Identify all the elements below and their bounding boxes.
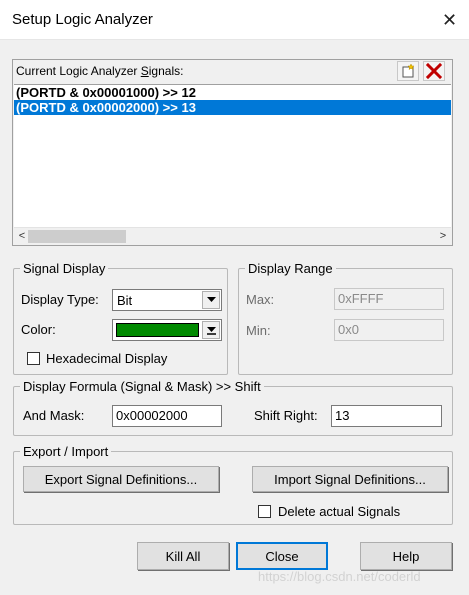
delete-signal-icon	[426, 63, 442, 79]
color-label: Color:	[21, 322, 56, 337]
close-icon: ✕	[441, 9, 458, 30]
display-range-title: Display Range	[245, 261, 336, 276]
max-field[interactable]: 0xFFFF	[334, 288, 444, 310]
delete-actual-signals-checkbox[interactable]	[258, 505, 271, 518]
horizontal-scrollbar[interactable]: < >	[14, 227, 451, 244]
scroll-thumb[interactable]	[28, 230, 126, 243]
min-label: Min:	[246, 323, 271, 338]
close-button[interactable]: Close	[236, 542, 328, 570]
import-signal-definitions-button[interactable]: Import Signal Definitions...	[252, 466, 448, 492]
display-range-group: Display Range Max: 0xFFFF Min: 0x0	[238, 261, 453, 375]
max-label: Max:	[246, 292, 275, 307]
display-type-select[interactable]: Bit	[112, 289, 222, 311]
watermark: https://blog.csdn.net/coderld	[258, 569, 421, 584]
signal-display-group: Signal Display Display Type: Bit Color: …	[13, 261, 228, 375]
export-import-group: Export / Import Export Signal Definition…	[13, 444, 453, 525]
signals-label: Current Logic Analyzer Signals:	[16, 64, 184, 78]
delete-actual-signals-label[interactable]: Delete actual Signals	[278, 504, 400, 519]
display-formula-group: Display Formula (Signal & Mask) >> Shift…	[13, 379, 453, 436]
min-field[interactable]: 0x0	[334, 319, 444, 341]
window-title: Setup Logic Analyzer	[12, 11, 153, 28]
hexadecimal-label[interactable]: Hexadecimal Display	[46, 351, 167, 366]
signal-list-item-selected[interactable]: (PORTD & 0x00002000) >> 13	[14, 100, 451, 115]
scroll-right-icon[interactable]: >	[435, 230, 451, 243]
and-mask-label: And Mask:	[23, 408, 85, 423]
signal-display-title: Signal Display	[20, 261, 109, 276]
color-dropdown-icon[interactable]	[202, 321, 220, 339]
display-formula-title: Display Formula (Signal & Mask) >> Shift	[20, 379, 264, 394]
shift-right-label: Shift Right:	[254, 408, 318, 423]
shift-right-field[interactable]: 13	[331, 405, 442, 427]
close-window-button[interactable]: ✕	[430, 0, 469, 40]
export-import-title: Export / Import	[20, 444, 112, 459]
display-type-value: Bit	[117, 293, 133, 308]
title-bar: Setup Logic Analyzer ✕	[0, 0, 469, 40]
chevron-down-icon[interactable]	[202, 291, 220, 309]
display-type-label: Display Type:	[21, 292, 99, 307]
color-swatch	[116, 323, 199, 337]
signal-list-item[interactable]: (PORTD & 0x00001000) >> 12	[14, 85, 451, 100]
new-signal-button[interactable]	[397, 61, 419, 81]
signal-list[interactable]: (PORTD & 0x00001000) >> 12 (PORTD & 0x00…	[14, 84, 451, 228]
new-signal-icon	[402, 63, 415, 78]
kill-all-button[interactable]: Kill All	[137, 542, 229, 570]
signals-panel: Current Logic Analyzer Signals: (PORTD &…	[12, 59, 453, 246]
export-signal-definitions-button[interactable]: Export Signal Definitions...	[23, 466, 219, 492]
delete-signal-button[interactable]	[423, 61, 445, 81]
color-picker[interactable]	[112, 319, 222, 341]
help-button[interactable]: Help	[360, 542, 452, 570]
hexadecimal-checkbox[interactable]	[27, 352, 40, 365]
and-mask-field[interactable]: 0x00002000	[112, 405, 222, 427]
